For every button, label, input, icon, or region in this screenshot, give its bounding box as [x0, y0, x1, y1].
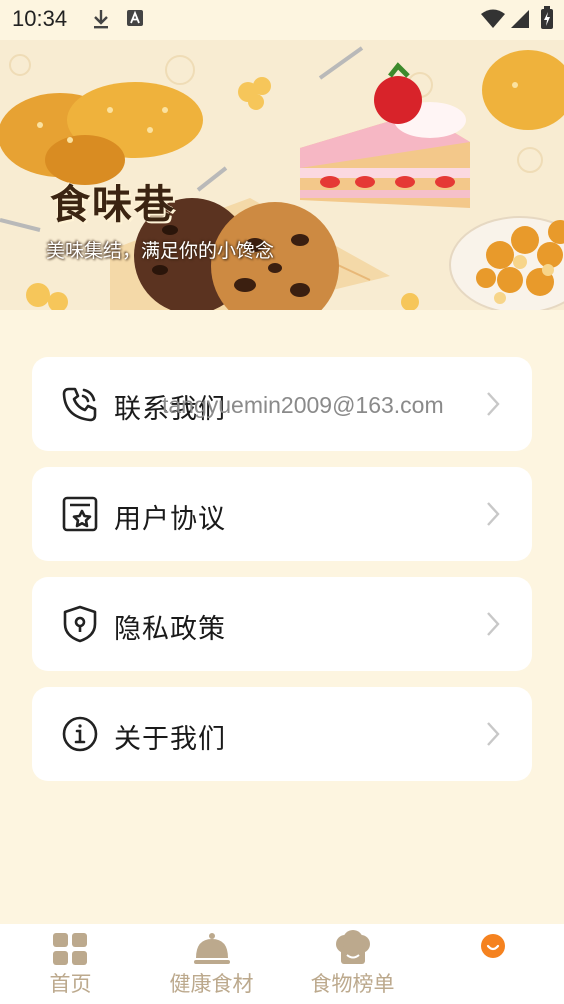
- wifi-icon: [480, 9, 506, 33]
- download-icon: [92, 8, 110, 34]
- banner-subtitle: 美味集结，满足你的小馋念: [46, 240, 275, 262]
- tab-home[interactable]: 首页: [0, 924, 141, 1004]
- status-bar: 10:34: [0, 0, 564, 40]
- document-star-icon: [60, 494, 100, 534]
- chevron-right-icon: [486, 611, 500, 641]
- cloche-icon: [193, 930, 231, 970]
- chef-hat-icon: [334, 930, 372, 970]
- a-notification-icon: [126, 8, 144, 32]
- tab-profile[interactable]: [423, 924, 564, 1004]
- tab-label-food-ranking: 食物榜单: [310, 972, 395, 996]
- battery-icon: [540, 6, 554, 34]
- phone-icon: [60, 384, 100, 424]
- chevron-right-icon: [486, 721, 500, 751]
- tab-label-home: 首页: [49, 972, 92, 996]
- smile-icon: [480, 933, 506, 963]
- menu-item-about[interactable]: 关于我们: [32, 687, 532, 781]
- menu-item-agreement[interactable]: 用户协议: [32, 467, 532, 561]
- tab-food-ranking[interactable]: 食物榜单: [282, 924, 423, 1004]
- chevron-right-icon: [486, 501, 500, 531]
- menu-label-privacy: 隐私政策: [114, 614, 226, 645]
- menu-label-about: 关于我们: [114, 724, 226, 755]
- menu-label-agreement: 用户协议: [114, 504, 226, 535]
- chevron-right-icon: [486, 391, 500, 421]
- info-icon: [60, 714, 100, 754]
- tab-label-healthy-ingredients: 健康食材: [169, 972, 254, 996]
- grid-icon: [52, 932, 88, 970]
- banner-title: 食味巷: [50, 181, 176, 228]
- bottom-tab-bar: 首页 健康食材 食物榜单: [0, 924, 564, 1004]
- tab-healthy-ingredients[interactable]: 健康食材: [141, 924, 282, 1004]
- signal-icon: [510, 9, 530, 33]
- menu-item-contact[interactable]: 联系我们 tangyuemin2009@163.com: [32, 357, 532, 451]
- contact-email: tangyuemin2009@163.com: [162, 392, 444, 418]
- banner: 食味巷 美味集结，满足你的小馋念: [0, 40, 564, 310]
- shield-icon: [60, 604, 100, 644]
- status-time: 10:34: [12, 6, 68, 31]
- menu-item-privacy[interactable]: 隐私政策: [32, 577, 532, 671]
